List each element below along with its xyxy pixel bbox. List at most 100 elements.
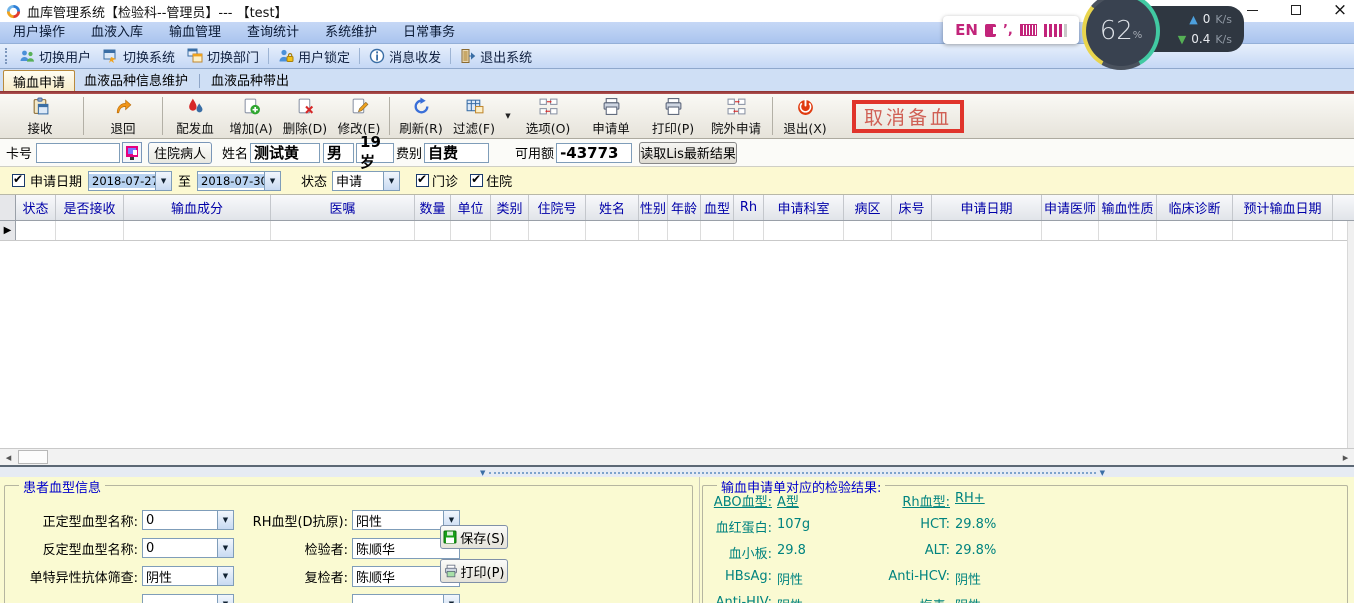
col-ward[interactable]: 病区 [844,195,892,220]
card-no-input[interactable] [36,142,121,163]
col-request-date[interactable]: 申请日期 [932,195,1042,220]
col-planned-date[interactable]: 预计输血日期 [1233,195,1333,220]
chevron-down-icon[interactable] [155,171,172,190]
col-diagnosis[interactable]: 临床诊断 [1157,195,1233,220]
col-received[interactable]: 是否接收 [56,195,124,220]
vertical-scrollbar[interactable] [1347,221,1354,448]
table-row[interactable] [0,221,1354,241]
chevron-down-icon[interactable] [217,511,233,529]
external-request-button[interactable]: 院外申请 [703,95,769,137]
date-from-picker[interactable]: 2018-07-27 18 [88,170,173,191]
menu-daily[interactable]: 日常事务 [390,22,468,44]
tab-blood-type-info[interactable]: 血液品种信息维护 [75,68,197,91]
chevron-down-icon[interactable] [217,567,233,585]
inpatient-checkbox[interactable] [470,172,484,187]
ime-mode-icon[interactable] [984,23,996,37]
scroll-right-icon[interactable] [1337,449,1354,465]
ime-language-indicator[interactable]: EN [955,21,978,39]
switch-user-button[interactable]: 切换用户 [13,47,97,66]
delete-button[interactable]: 删除(D) [278,95,332,137]
splitter-handle[interactable]: ▼ ▼ [480,469,1105,477]
col-physician[interactable]: 申请医师 [1042,195,1099,220]
request-form-button[interactable]: 申请单 [579,95,643,137]
col-category[interactable]: 类别 [491,195,529,220]
chevron-down-icon[interactable] [383,171,400,190]
col-component[interactable]: 输血成分 [124,195,271,220]
close-button[interactable]: × [1332,2,1348,19]
col-gender[interactable]: 性别 [639,195,668,220]
request-date-checkbox[interactable] [12,172,25,187]
ime-punctuation-icon[interactable]: ’, [1003,23,1013,38]
print-button[interactable]: 打印(P) [643,95,703,137]
scrollbar-thumb[interactable] [18,450,48,464]
switch-system-button[interactable]: 切换系统 [97,47,181,66]
col-admission-no[interactable]: 住院号 [529,195,586,220]
card-reader-button[interactable] [122,142,143,163]
status-select[interactable]: 申请 [332,170,401,191]
filter-dropdown-caret[interactable] [499,95,517,137]
receive-label: 接收 [27,120,53,136]
col-status[interactable]: 状态 [16,195,56,220]
save-button[interactable]: 保存(S) [440,525,508,549]
exit-button[interactable]: 退出(X) [776,95,834,137]
ime-bar[interactable]: EN ’, [943,16,1079,44]
menu-transfusion[interactable]: 输血管理 [156,22,234,44]
chevron-down-icon[interactable] [264,171,281,190]
menu-system-maint[interactable]: 系统维护 [312,22,390,44]
col-rh[interactable]: Rh [734,195,764,220]
filter-button[interactable]: 过滤(F) [449,95,499,137]
dispense-blood-button[interactable]: 配发血 [166,95,224,137]
forward-type-select[interactable]: 0 [142,510,234,530]
antibody-screen-select[interactable]: 阴性 [142,566,234,586]
exit-system-button[interactable]: 退出系统 [454,47,538,66]
ime-keyboard-icon[interactable] [1019,24,1037,36]
refresh-button[interactable]: 刷新(R) [393,95,449,137]
user-lock-button[interactable]: 用户锁定 [272,47,356,66]
options-button[interactable]: 选项(O) [517,95,579,137]
tab-blood-type-export[interactable]: 血液品种带出 [202,68,298,91]
ime-toolbar-icon[interactable] [1043,23,1067,37]
col-order[interactable]: 医嘱 [271,195,415,220]
col-name[interactable]: 姓名 [586,195,639,220]
anti-hcv-value: 阴性 [955,573,982,588]
reverse-type-select[interactable]: 0 [142,538,234,558]
chevron-down-icon[interactable] [217,595,233,603]
col-age[interactable]: 年龄 [668,195,701,220]
minimize-button[interactable] [1244,3,1260,17]
panel-splitter[interactable]: ▼ ▼ [0,465,1354,477]
delete-icon [296,96,315,116]
edit-button[interactable]: 修改(E) [332,95,386,137]
tab-transfusion-request[interactable]: 输血申请 [3,70,76,91]
read-lis-button[interactable]: 读取Lis最新结果 [639,141,738,164]
edit-icon [350,96,369,116]
col-blood-type[interactable]: 血型 [701,195,734,220]
switch-department-button[interactable]: 切换部门 [181,47,265,66]
menu-blood-in[interactable]: 血液入库 [78,22,156,44]
cutoff-select[interactable] [142,594,234,603]
chevron-down-icon[interactable] [443,595,459,603]
return-button[interactable]: 退回 [87,95,159,137]
col-bed[interactable]: 床号 [892,195,932,220]
col-dept[interactable]: 申请科室 [764,195,844,220]
inpatient-button[interactable]: 住院病人 [148,141,213,164]
horizontal-scrollbar[interactable] [0,448,1354,465]
outpatient-checkbox[interactable] [416,172,430,187]
chevron-down-icon[interactable] [217,539,233,557]
message-button[interactable]: 消息收发 [363,47,447,66]
col-qty[interactable]: 数量 [415,195,451,220]
restore-button[interactable] [1288,3,1304,17]
return-label: 退回 [110,120,136,136]
add-button[interactable]: 增加(A) [224,95,278,137]
cutoff-select[interactable] [352,594,460,603]
date-to-value: 2018-07-30 18 [198,173,265,188]
menu-query-stats[interactable]: 查询统计 [234,22,312,44]
print-report-button[interactable]: 打印(P) [440,559,508,583]
menu-user-ops[interactable]: 用户操作 [0,22,78,44]
cancel-reserve-blood-highlight[interactable]: 取消备血 [852,99,964,133]
receive-button[interactable]: 接收 [0,95,80,137]
scroll-left-icon[interactable] [0,449,17,465]
date-to-picker[interactable]: 2018-07-30 18 [197,170,282,191]
col-nature[interactable]: 输血性质 [1099,195,1157,220]
col-cutoff[interactable]: 输 [1333,195,1354,220]
col-unit[interactable]: 单位 [451,195,491,220]
